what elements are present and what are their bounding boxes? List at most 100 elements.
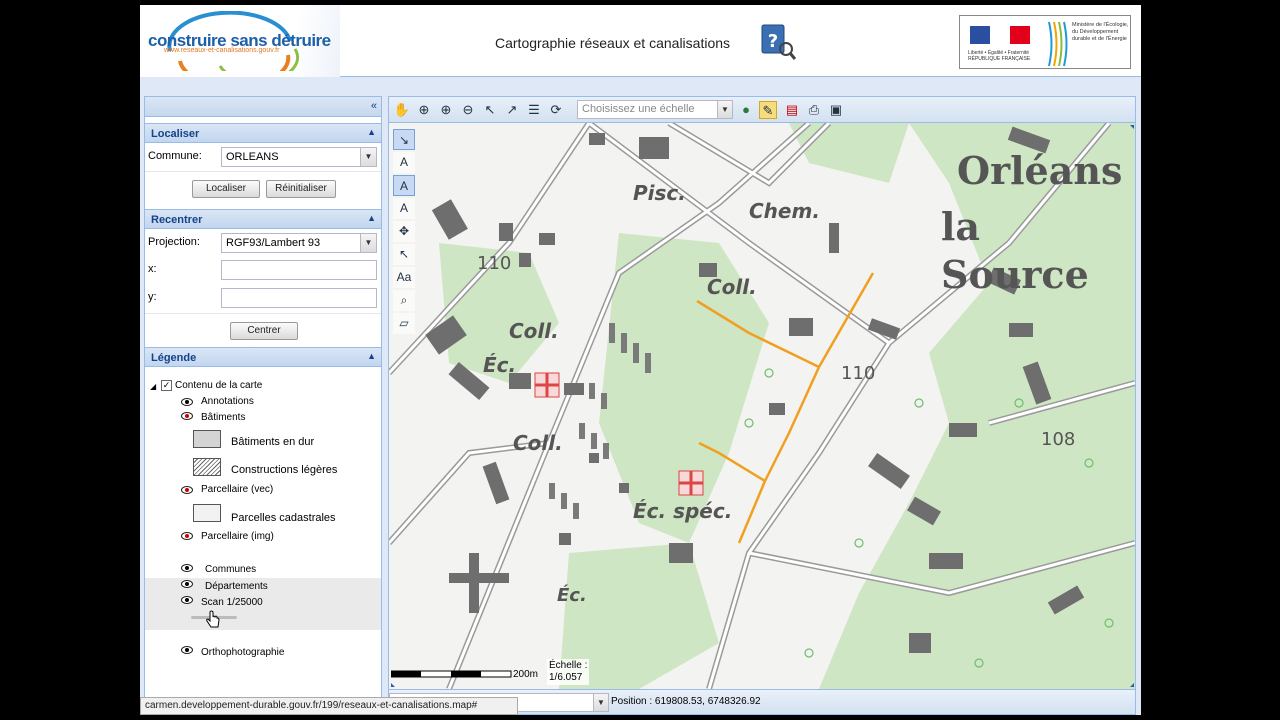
chevron-down-icon[interactable]: ▼	[360, 148, 376, 166]
ministry-logo: Liberté • Égalité • Fraternité RÉPUBLIQU…	[959, 15, 1131, 69]
map-canvas[interactable]: Pisc. Chem. Coll. Coll. Éc. Coll. Éc. sp…	[389, 123, 1135, 689]
map-toolbar: ✋ ⊕ ⊕ ⊖ ↖ ↗ ☰ ⟳ Choisissez une échelle ▼…	[389, 97, 1135, 123]
x-label: x:	[148, 263, 157, 275]
layer-parcellaire-vec[interactable]: Parcellaire (vec)	[201, 484, 273, 495]
layer-communes[interactable]: Communes	[205, 564, 256, 575]
map-altitude-108: 108	[1041, 429, 1076, 450]
localiser-title: Localiser	[151, 128, 200, 140]
legende-title: Légende	[151, 352, 197, 364]
layer-scan-25000[interactable]: Scan 1/25000	[201, 597, 263, 608]
localiser-buttons: Localiser Réinitialiser	[145, 171, 381, 203]
commune-label: Commune:	[148, 150, 202, 162]
map-label-orleans: Orléans	[957, 148, 1123, 193]
move-tool-icon[interactable]: ✥	[393, 221, 415, 242]
y-label: y:	[148, 291, 157, 303]
text-tool-icon[interactable]: Aa	[393, 267, 415, 288]
legend-bat-dur: Bâtiments en dur	[231, 436, 315, 448]
next-view-icon[interactable]: ↗	[503, 101, 521, 119]
centrer-row: Centrer	[145, 313, 381, 347]
y-input[interactable]	[221, 288, 377, 308]
localiser-header[interactable]: Localiser ▲	[145, 123, 381, 143]
pan-hand-icon[interactable]: ✋	[393, 101, 411, 119]
map-label-coll-1: Coll.	[707, 275, 757, 299]
localiser-button[interactable]: Localiser	[192, 180, 260, 198]
collapse-up-icon[interactable]: ▲	[367, 127, 376, 137]
previous-view-icon[interactable]: ↖	[481, 101, 499, 119]
zoom-extent-icon[interactable]: ⊕	[415, 101, 433, 119]
layer-departements[interactable]: Départements	[205, 581, 268, 592]
eye-icon[interactable]	[181, 398, 193, 406]
annotate-tool-icon[interactable]: A	[393, 152, 415, 173]
list-icon[interactable]: ☰	[525, 101, 543, 119]
eye-icon[interactable]	[181, 412, 193, 420]
collapse-up-icon[interactable]: ▲	[367, 351, 376, 361]
zoom-in-icon[interactable]: ⊕	[437, 101, 455, 119]
map-label-coll-3: Coll.	[513, 431, 563, 455]
legend-root: Contenu de la carte	[175, 380, 263, 391]
print-icon[interactable]: ⎙	[805, 101, 823, 119]
pointer-tool-icon[interactable]: ↖	[393, 244, 415, 265]
page-title: Cartographie réseaux et canalisations	[495, 35, 731, 51]
eye-icon[interactable]	[181, 596, 193, 604]
collapse-up-icon[interactable]: ▲	[367, 213, 376, 223]
eye-icon[interactable]	[181, 486, 193, 494]
application-window: construire sans détruire www.reseaux-et-…	[140, 5, 1141, 715]
y-row: y:	[145, 285, 381, 313]
map-label-ec-2: Éc.	[557, 585, 587, 606]
map-label-pisc: Pisc.	[633, 181, 686, 205]
scale-placeholder: Choisissez une échelle	[582, 103, 695, 115]
layer-annotations[interactable]: Annotations	[201, 396, 254, 407]
logo[interactable]: construire sans détruire www.reseaux-et-…	[140, 5, 340, 77]
globe-icon[interactable]: ●	[737, 101, 755, 119]
ministry-stripes-icon	[1048, 21, 1068, 66]
header: construire sans détruire www.reseaux-et-…	[140, 5, 1141, 77]
recentrer-title: Recentrer	[151, 214, 203, 226]
layer-parcellaire-img[interactable]: Parcellaire (img)	[201, 531, 274, 542]
measure-tool-icon[interactable]: ↘	[393, 129, 415, 150]
legende-header[interactable]: Légende ▲	[145, 347, 381, 367]
pencil-icon[interactable]: ✎	[759, 101, 777, 119]
projection-select[interactable]: RGF93/Lambert 93 ▼	[221, 233, 377, 253]
commune-select[interactable]: ORLEANS ▼	[221, 147, 377, 167]
pdf-icon[interactable]: ▤	[783, 101, 801, 119]
map-label-ec-1: Éc.	[483, 353, 517, 377]
annotate-edit-icon[interactable]: A	[393, 198, 415, 219]
collapse-left-icon[interactable]: «	[371, 100, 377, 112]
search-map-icon[interactable]: ⌕	[393, 290, 415, 311]
map-panel: ✋ ⊕ ⊕ ⊖ ↖ ↗ ☰ ⟳ Choisissez une échelle ▼…	[388, 96, 1136, 715]
scale-select[interactable]: Choisissez une échelle ▼	[577, 100, 733, 119]
recentrer-header[interactable]: Recentrer ▲	[145, 209, 381, 229]
chevron-down-icon[interactable]: ▼	[593, 694, 608, 711]
republique-text: Liberté • Égalité • Fraternité RÉPUBLIQU…	[968, 50, 1031, 62]
left-panel: « Localiser ▲ Commune: ORLEANS ▼ Localis…	[144, 96, 382, 715]
annotate-select-icon[interactable]: A	[393, 175, 415, 196]
logo-url: www.reseaux-et-canalisations.gouv.fr	[164, 47, 280, 54]
chevron-down-icon[interactable]: ▼	[360, 234, 376, 252]
expand-triangle-icon[interactable]: ◢	[150, 382, 156, 391]
window-icon[interactable]: ▣	[827, 101, 845, 119]
commune-value: ORLEANS	[226, 151, 279, 163]
root-checkbox[interactable]: ✓	[161, 380, 172, 391]
eraser-tool-icon[interactable]: ▱	[393, 313, 415, 334]
ministry-name: Ministère de l'Écologie, du Développemen…	[1072, 22, 1129, 42]
eye-icon[interactable]	[181, 532, 193, 540]
refresh-icon[interactable]: ⟳	[547, 101, 565, 119]
x-input[interactable]	[221, 260, 377, 280]
eye-icon[interactable]	[181, 580, 193, 588]
eye-icon[interactable]	[181, 646, 193, 654]
layer-orthophoto[interactable]: Orthophotographie	[201, 647, 284, 658]
reinitialiser-button[interactable]: Réinitialiser	[266, 180, 336, 198]
zoom-out-icon[interactable]: ⊖	[459, 101, 477, 119]
french-flag-icon	[970, 26, 1030, 44]
map-label-la-source: la Source	[941, 204, 1089, 297]
map-label-ec-spec: Éc. spéc.	[633, 499, 733, 523]
layer-batiments[interactable]: Bâtiments	[201, 412, 245, 423]
eye-icon[interactable]	[181, 564, 193, 572]
chevron-down-icon[interactable]: ▼	[717, 101, 732, 118]
panel-collapse-bar: «	[145, 97, 381, 117]
scale-bar-label: 200m	[513, 669, 539, 680]
centrer-button[interactable]: Centrer	[230, 322, 298, 340]
map-altitude-110a: 110	[477, 253, 512, 274]
map-vertical-tools: ↘ A A A ✥ ↖ Aa ⌕ ▱	[393, 129, 417, 336]
help-icon[interactable]: ?	[760, 23, 797, 61]
